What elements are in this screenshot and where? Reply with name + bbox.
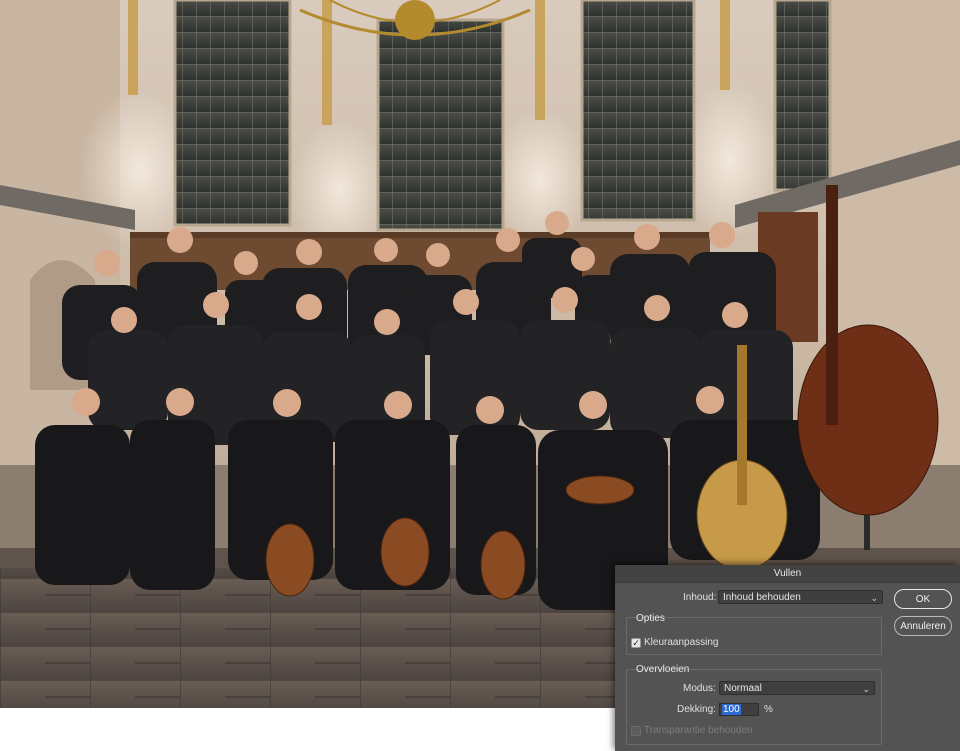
opacity-unit: % bbox=[764, 704, 773, 715]
fill-dialog: Vullen Inhoud: Inhoud behouden ⌄ OK Annu… bbox=[615, 565, 960, 751]
blending-group-title: Overvloeien bbox=[636, 664, 690, 675]
mode-select-value: Normaal bbox=[724, 683, 762, 694]
color-adaptation-label: Kleuraanpassing bbox=[644, 637, 719, 648]
color-adaptation-checkbox[interactable]: ✓ bbox=[631, 638, 641, 648]
ok-button[interactable]: OK bbox=[894, 589, 952, 609]
options-group-title: Opties bbox=[636, 613, 665, 624]
opacity-value: 100 bbox=[722, 704, 741, 715]
chevron-updown-icon: ⌄ bbox=[870, 593, 878, 603]
dialog-title: Vullen bbox=[615, 565, 960, 583]
preserve-transparency-checkbox[interactable] bbox=[631, 726, 641, 736]
mode-label: Modus: bbox=[683, 683, 716, 694]
preserve-transparency-label: Transparantie behouden bbox=[644, 725, 753, 736]
opacity-input[interactable]: 100 bbox=[719, 703, 759, 716]
chevron-updown-icon: ⌄ bbox=[862, 684, 870, 694]
contents-label: Inhoud: bbox=[683, 592, 717, 603]
contents-select-value: Inhoud behouden bbox=[723, 592, 801, 603]
contents-select[interactable]: Inhoud behouden ⌄ bbox=[718, 590, 883, 604]
cancel-button[interactable]: Annuleren bbox=[894, 616, 952, 636]
opacity-label: Dekking: bbox=[677, 704, 716, 715]
mode-select[interactable]: Normaal ⌄ bbox=[719, 681, 875, 695]
checkmark-icon: ✓ bbox=[632, 638, 640, 648]
